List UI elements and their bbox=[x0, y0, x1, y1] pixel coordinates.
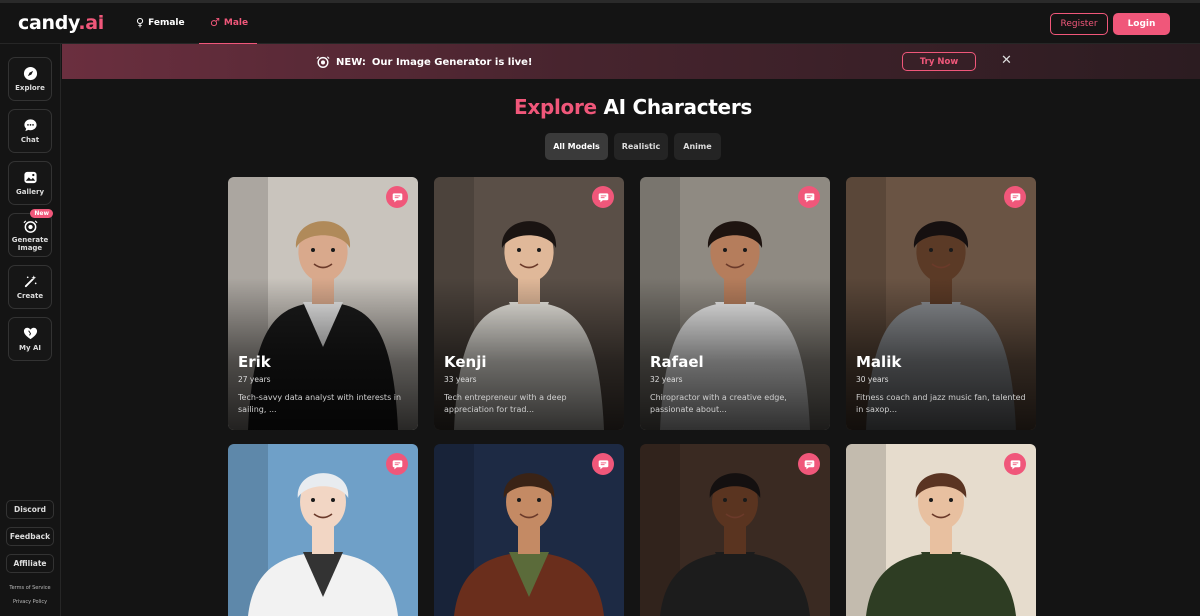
announcement-banner: NEW: Our Image Generator is live! bbox=[62, 44, 1200, 79]
filter-all-models[interactable]: All Models bbox=[545, 133, 608, 160]
character-description: Fitness coach and jazz music fan, talent… bbox=[856, 393, 1026, 414]
sidebar-item-my-ai[interactable]: My AI bbox=[8, 317, 52, 361]
affiliate-link[interactable]: Affiliate bbox=[6, 554, 54, 573]
login-button[interactable]: Login bbox=[1113, 13, 1170, 35]
feedback-link[interactable]: Feedback bbox=[6, 527, 54, 546]
character-description: Tech entrepreneur with a deep appreciati… bbox=[444, 393, 567, 414]
discord-link[interactable]: Discord bbox=[6, 500, 54, 519]
filter-realistic[interactable]: Realistic bbox=[614, 133, 668, 160]
character-age: 33 years bbox=[444, 375, 477, 384]
character-name: Erik bbox=[238, 353, 271, 371]
generate-image-icon bbox=[316, 55, 330, 69]
new-badge: New bbox=[30, 209, 53, 218]
chat-icon[interactable] bbox=[798, 186, 820, 208]
chat-icon[interactable] bbox=[592, 186, 614, 208]
chat-icon[interactable] bbox=[798, 453, 820, 475]
character-card[interactable]: Kenji 33 years Tech entrepreneur with a … bbox=[434, 177, 624, 430]
tab-female[interactable]: ♀ Female bbox=[136, 16, 185, 29]
gallery-icon bbox=[22, 170, 38, 186]
character-description: Chiropractor with a creative edge, passi… bbox=[650, 393, 787, 414]
character-card[interactable] bbox=[846, 444, 1036, 616]
sidebar-item-generate-image[interactable]: New Generate Image bbox=[8, 209, 53, 257]
chat-icon[interactable] bbox=[386, 186, 408, 208]
register-button[interactable]: Register bbox=[1050, 13, 1108, 35]
character-card[interactable] bbox=[640, 444, 830, 616]
sidebar-label: Gallery bbox=[15, 187, 45, 196]
sidebar-label: My AI bbox=[19, 343, 41, 352]
sidebar-item-create[interactable]: Create bbox=[8, 265, 52, 309]
male-icon: ♂ bbox=[210, 16, 220, 29]
page-title-rest: AI Characters bbox=[603, 95, 752, 119]
filter-anime[interactable]: Anime bbox=[674, 133, 721, 160]
banner-prefix: NEW: bbox=[336, 56, 366, 68]
tab-female-label: Female bbox=[148, 17, 185, 28]
magic-wand-icon bbox=[22, 274, 38, 290]
character-card[interactable]: Malik 30 years Fitness coach and jazz mu… bbox=[846, 177, 1036, 430]
generate-image-icon bbox=[22, 218, 38, 234]
character-card[interactable] bbox=[434, 444, 624, 616]
top-bar: candy.ai ♀ Female ♂ Male Register Login bbox=[0, 0, 1200, 45]
chat-icon[interactable] bbox=[592, 453, 614, 475]
logo[interactable]: candy.ai bbox=[18, 12, 104, 34]
character-name: Malik bbox=[856, 353, 902, 371]
sidebar-item-gallery[interactable]: Gallery bbox=[8, 161, 52, 205]
heart-icon bbox=[22, 326, 38, 342]
sidebar-label: Explore bbox=[15, 83, 45, 92]
chat-icon[interactable] bbox=[1004, 186, 1026, 208]
try-now-button[interactable]: Try Now bbox=[902, 52, 976, 71]
page-title: Explore AI Characters bbox=[0, 95, 1200, 119]
sidebar-label: Chat bbox=[20, 135, 40, 144]
female-icon: ♀ bbox=[136, 16, 145, 29]
page-title-accent: Explore bbox=[514, 95, 597, 119]
sidebar-label: Create bbox=[16, 291, 44, 300]
tab-male-label: Male bbox=[223, 17, 249, 28]
character-name: Kenji bbox=[444, 353, 487, 371]
character-description: Tech-savvy data analyst with interests i… bbox=[238, 393, 402, 414]
character-age: 30 years bbox=[856, 375, 889, 384]
character-card[interactable]: Erik 27 years Tech-savvy data analyst wi… bbox=[228, 177, 418, 430]
compass-icon bbox=[22, 66, 38, 82]
close-icon[interactable]: ✕ bbox=[1001, 53, 1012, 68]
character-name: Rafael bbox=[650, 353, 704, 371]
chat-icon bbox=[22, 118, 38, 134]
character-age: 27 years bbox=[238, 375, 271, 384]
banner-text: Our Image Generator is live! bbox=[371, 56, 533, 68]
terms-link[interactable]: Terms of Service bbox=[0, 585, 60, 591]
privacy-link[interactable]: Privacy Policy bbox=[0, 599, 60, 605]
sidebar-label: Generate Image bbox=[11, 236, 49, 252]
sidebar: Explore Chat Gallery New Generate Image … bbox=[0, 44, 61, 616]
tab-male[interactable]: ♂ Male bbox=[210, 16, 248, 29]
chat-icon[interactable] bbox=[1004, 453, 1026, 475]
character-card[interactable] bbox=[228, 444, 418, 616]
chat-icon[interactable] bbox=[386, 453, 408, 475]
banner-message: NEW: Our Image Generator is live! bbox=[316, 55, 532, 69]
character-age: 32 years bbox=[650, 375, 683, 384]
character-card[interactable]: Rafael 32 years Chiropractor with a crea… bbox=[640, 177, 830, 430]
